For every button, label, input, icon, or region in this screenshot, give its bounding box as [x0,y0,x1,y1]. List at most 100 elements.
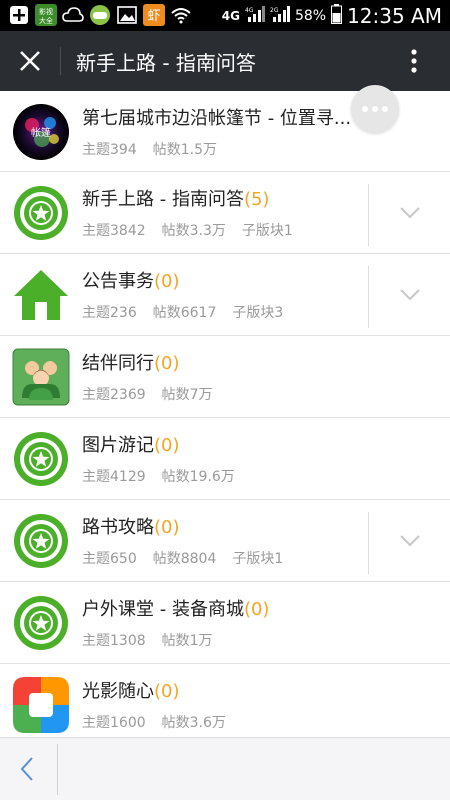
dot-icon [372,106,378,112]
topic-count: 主题3842 [82,223,146,239]
signal-icon: 4G [245,5,265,26]
floating-more-button[interactable] [351,85,399,133]
house-icon [12,266,70,324]
network-type-label: 4G [221,8,240,23]
forum-name: 第七届城市边沿帐篷节 - 位置寻... [82,104,351,130]
topic-count: 主题4129 [82,469,146,485]
forum-title: 户外课堂 - 装备商城 [82,599,244,620]
forum-name: 光影随心(0) [82,677,180,703]
more-vertical-icon [411,49,417,73]
star-badge-icon [12,430,70,488]
subforum-count: 子版块3 [232,305,284,321]
forum-title: 光影随心 [82,681,154,702]
star-badge-icon [12,512,70,570]
more-menu-button[interactable] [402,45,426,77]
svg-text:4G: 4G [245,7,254,14]
expand-button[interactable] [368,184,450,246]
topic-count: 主题236 [82,305,137,321]
post-count: 帖数1.5万 [152,142,217,158]
forum-stats: 主题2369 帖数7万 [82,384,229,404]
new-count: (5) [243,189,270,210]
dot-icon [362,106,368,112]
forum-stats: 主题1308 帖数1万 [82,630,229,650]
forum-item[interactable]: 公告事务(0) 主题236 帖数6617 子版块3 [0,254,450,336]
forum-name: 路书攻略(0) [82,513,180,539]
post-count: 帖数7万 [161,387,213,403]
chevron-down-icon [400,535,420,547]
forum-title: 图片游记 [82,435,154,456]
new-count: (0) [154,353,180,374]
image-icon [116,4,138,26]
forum-name: 公告事务(0) [82,267,180,293]
notification-icons: 影视 大全 虾 [8,4,192,26]
shrimp-app-icon: 虾 [143,4,165,26]
battery-icon [331,3,343,28]
post-count: 帖数3.3万 [161,223,226,239]
forum-item[interactable]: 路书攻略(0) 主题650 帖数8804 子版块1 [0,500,450,582]
expand-button[interactable] [368,512,450,574]
forum-stats: 主题394 帖数1.5万 [82,139,233,159]
topic-count: 主题650 [82,551,137,567]
page-title: 新手上路 - 指南问答 [76,51,256,75]
svg-text:大全: 大全 [39,16,53,25]
post-count: 帖数19.6万 [161,469,235,485]
top-bar: 新手上路 - 指南问答 [0,31,450,91]
forum-title: 第七届城市边沿帐篷节 - 位置寻... [82,108,352,129]
svg-text:虾: 虾 [147,9,160,24]
forum-stats: 主题236 帖数6617 子版块3 [82,302,299,322]
topic-count: 主题1600 [82,715,146,731]
star-badge-icon [12,184,70,242]
new-count: (0) [154,435,180,456]
post-count: 帖数1万 [161,633,213,649]
new-count: (0) [154,517,180,538]
new-count: (0) [243,599,270,620]
chevron-left-icon [20,757,33,781]
svg-text:2G: 2G [270,7,279,14]
battery-percent: 58% [294,7,327,24]
new-count: (0) [154,271,180,292]
festival-avatar-icon: 帐篷 [12,103,70,161]
star-badge-icon [12,594,70,652]
forum-item[interactable]: 结伴同行(0) 主题2369 帖数7万 [0,336,450,418]
post-count: 帖数8804 [152,551,217,567]
dot-icon [382,106,388,112]
topic-count: 主题2369 [82,387,146,403]
close-button[interactable] [14,45,46,77]
new-count: (0) [154,681,180,702]
forum-name: 新手上路 - 指南问答(5) [82,185,269,211]
wifi-icon [170,4,192,26]
forum-title: 结伴同行 [82,353,154,374]
expand-button[interactable] [368,266,450,328]
divider [57,744,58,795]
video-app-icon: 影视 大全 [35,4,57,26]
forum-name: 图片游记(0) [82,431,180,457]
photo-app-icon [12,676,70,734]
divider [60,47,61,75]
post-count: 帖数3.6万 [161,715,226,731]
plus-icon [8,4,30,26]
forum-item[interactable]: 新手上路 - 指南问答(5) 主题3842 帖数3.3万 子版块1 [0,172,450,254]
topic-count: 主题394 [82,142,137,158]
bottom-toolbar [0,737,450,800]
group-people-icon [12,348,70,406]
chevron-down-icon [400,207,420,219]
forum-name: 结伴同行(0) [82,349,180,375]
forum-stats: 主题3842 帖数3.3万 子版块1 [82,220,309,240]
svg-text:帐篷: 帐篷 [31,126,51,139]
forum-item[interactable]: 户外课堂 - 装备商城(0) 主题1308 帖数1万 [0,582,450,664]
back-button[interactable] [14,754,42,784]
forum-list: 帐篷 第七届城市边沿帐篷节 - 位置寻... 主题394 帖数1.5万 新手上路 … [0,91,450,737]
forum-title: 路书攻略 [82,517,154,538]
status-bar: 影视 大全 虾 4G 4G 2G 58% 12:35 AM [0,0,450,31]
forum-stats: 主题650 帖数8804 子版块1 [82,548,299,568]
post-count: 帖数6617 [152,305,217,321]
signal-icon-2: 2G [270,5,290,26]
forum-item[interactable]: 图片游记(0) 主题4129 帖数19.6万 [0,418,450,500]
forum-title: 公告事务 [82,271,154,292]
forum-title: 新手上路 - 指南问答 [82,189,244,210]
cloud-icon [62,4,84,26]
forum-item[interactable]: 光影随心(0) 主题1600 帖数3.6万 [0,664,450,737]
game-app-icon [89,4,111,26]
forum-stats: 主题4129 帖数19.6万 [82,466,251,486]
subforum-count: 子版块1 [232,551,284,567]
